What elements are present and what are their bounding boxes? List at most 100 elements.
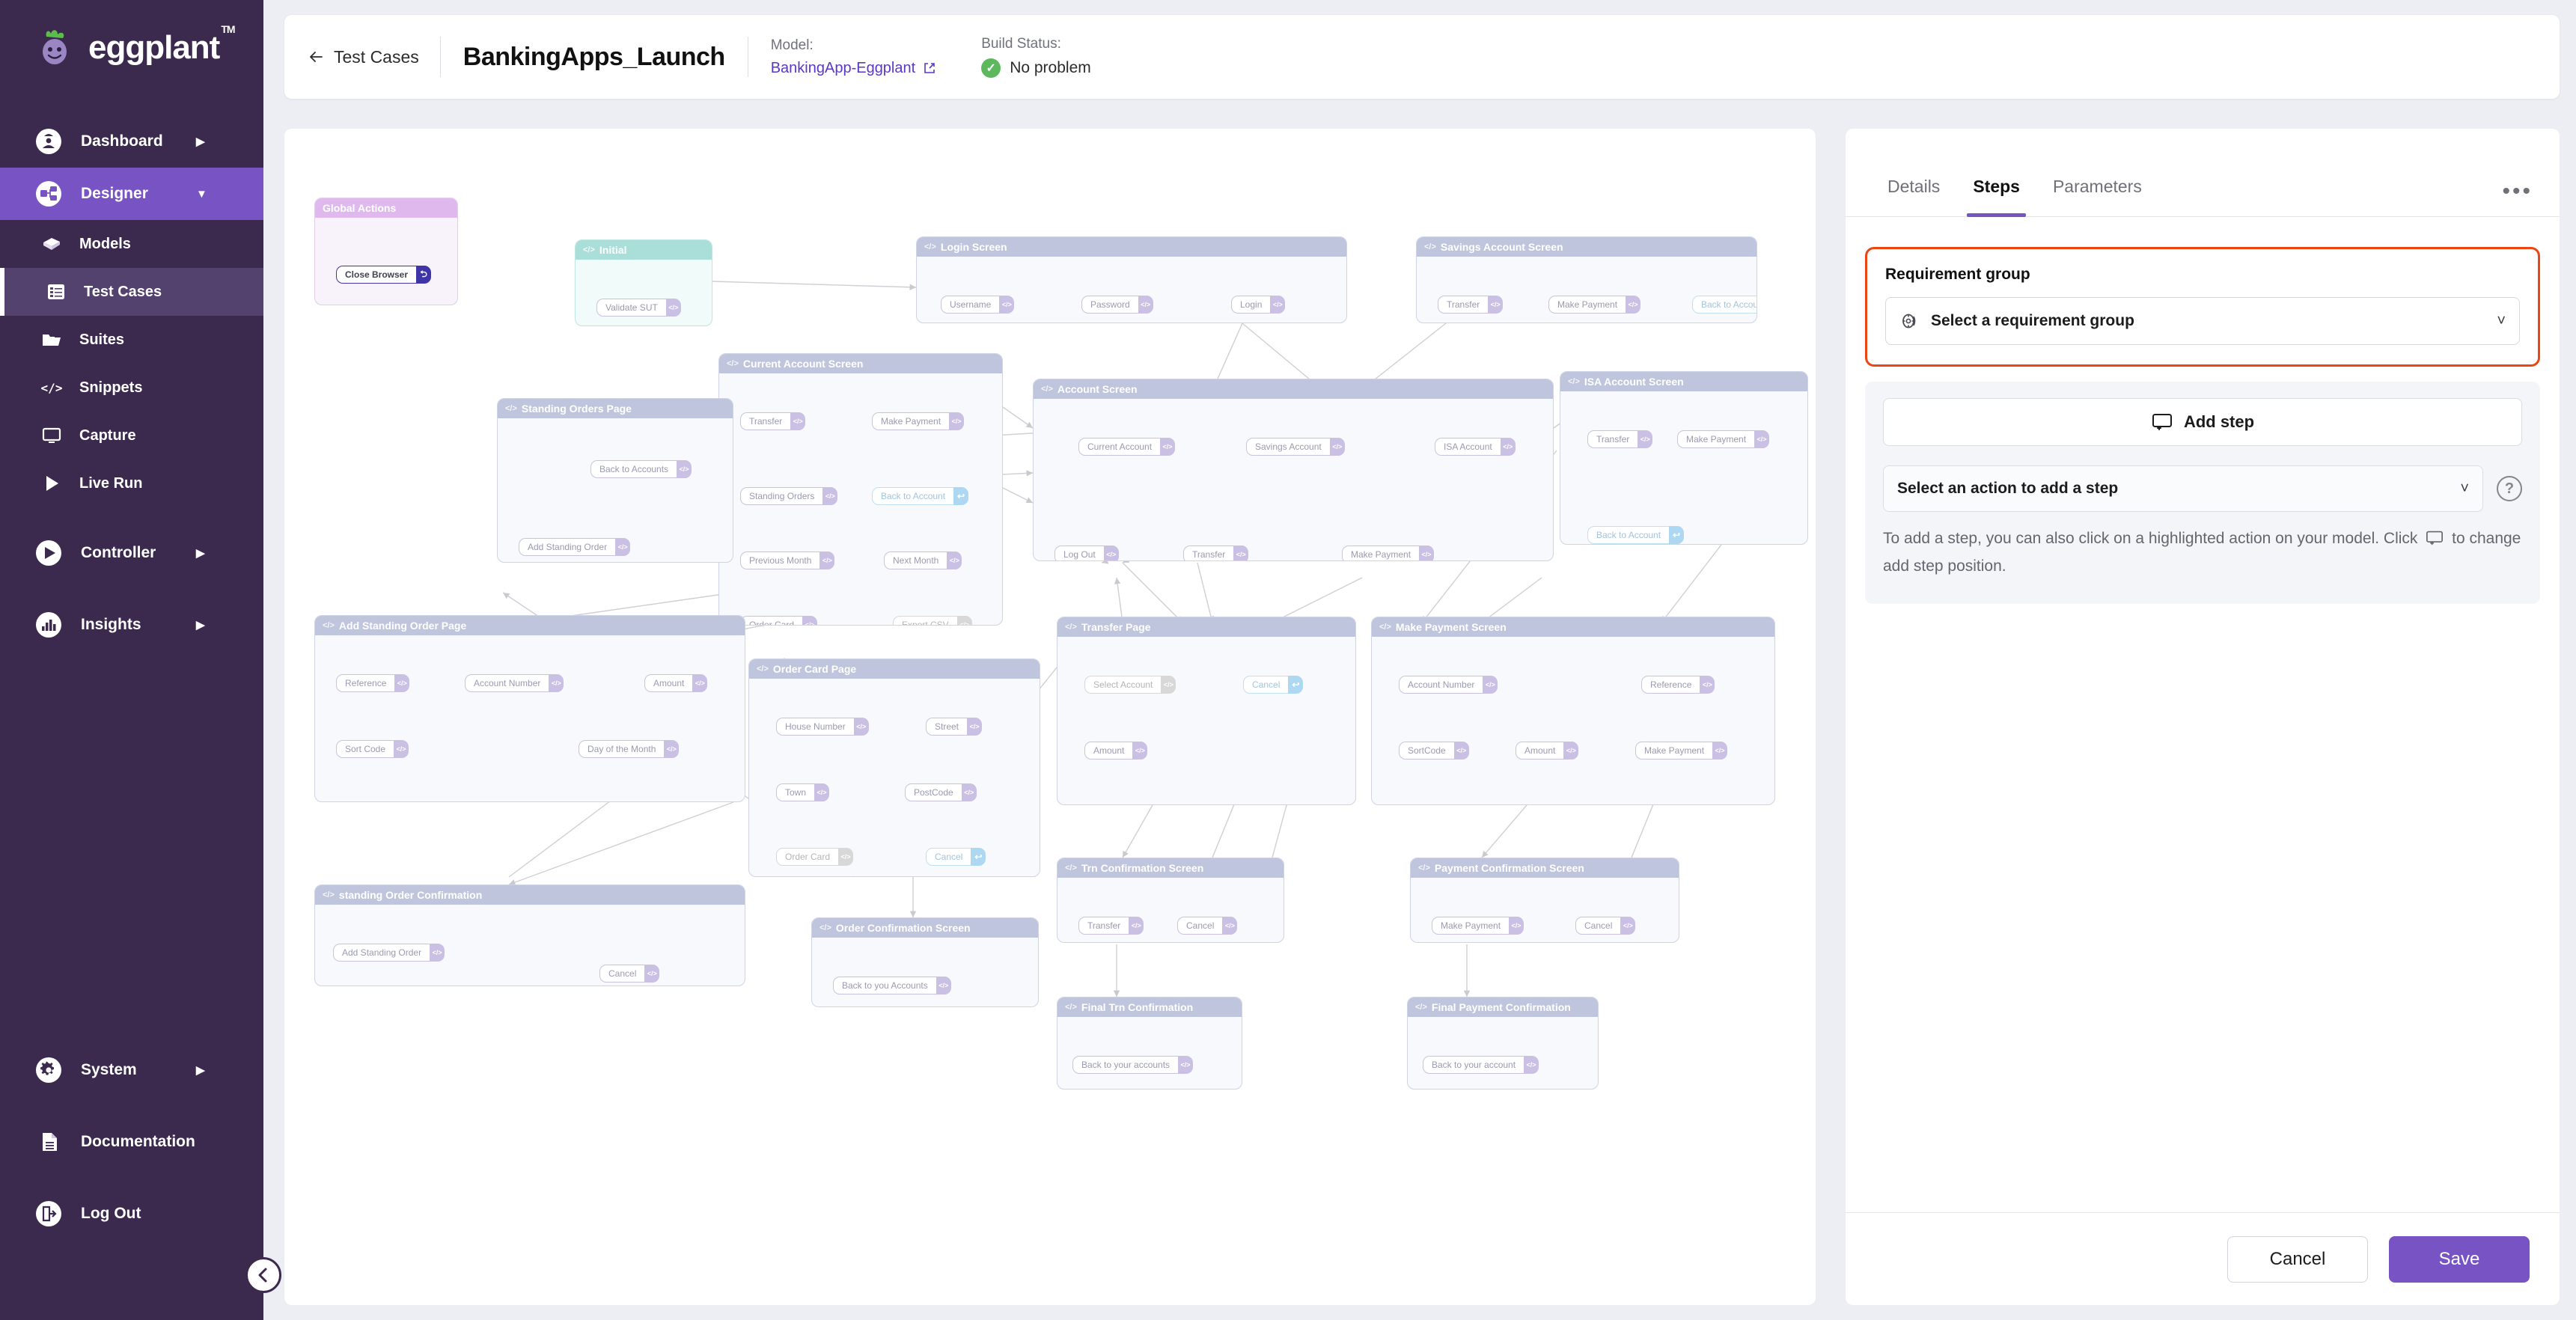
graph-action-node[interactable]: Export CSV </> xyxy=(893,616,972,625)
graph-node-transfer[interactable]: </> Transfer Page Select Account </> Cancel ↩… xyxy=(1057,617,1356,805)
graph-action-node[interactable]: Add Standing Order </> xyxy=(519,538,631,556)
sidebar-item-live-run[interactable]: Live Run xyxy=(0,459,263,507)
graph-action-node[interactable]: ISA Account </> xyxy=(1435,438,1516,456)
graph-action-node[interactable]: Transfer </> xyxy=(1438,296,1504,314)
graph-node-ocp[interactable]: </> Order Card Page House Number </> Street <… xyxy=(748,659,1040,877)
graph-action-node[interactable]: Make Payment </> xyxy=(1635,742,1728,760)
help-icon[interactable]: ? xyxy=(2497,476,2522,501)
graph-action-node[interactable]: Validate SUT </> xyxy=(596,299,681,317)
graph-action-node[interactable]: Order Card </> xyxy=(776,848,854,866)
graph-action-node[interactable]: Reference </> xyxy=(336,674,410,692)
graph-node-savings[interactable]: </> Savings Account Screen Transfer </> Make… xyxy=(1416,236,1757,323)
graph-action-node[interactable]: Back to Accounts </> xyxy=(590,460,692,478)
graph-node-asop[interactable]: </> Add Standing Order Page Reference </> Ac… xyxy=(314,615,745,802)
sidebar-item-test-cases[interactable]: Test Cases xyxy=(0,268,263,316)
graph-node-fpc[interactable]: </> Final Payment Confirmation Back to you… xyxy=(1407,997,1599,1090)
save-button[interactable]: Save xyxy=(2389,1235,2530,1283)
add-step-button[interactable]: Add step xyxy=(1883,398,2522,446)
graph-action-node[interactable]: House Number </> xyxy=(776,718,869,736)
tab-details[interactable]: Details xyxy=(1871,177,1956,216)
graph-action-node[interactable]: Previous Month </> xyxy=(740,551,835,569)
graph-node-ocs[interactable]: </> Order Confirmation Screen Back to you … xyxy=(811,917,1039,1007)
graph-action-node[interactable]: Order Card </> xyxy=(740,616,818,625)
sidebar-item-controller[interactable]: Controller ▶ xyxy=(0,527,263,579)
graph-action-node[interactable]: Log Out </> xyxy=(1054,546,1119,560)
more-options-button[interactable]: ••• xyxy=(2502,180,2533,203)
graph-node-global[interactable]: Global Actions Close Browser ⮌ xyxy=(314,198,458,305)
graph-node-sop[interactable]: </> Standing Orders Page Back to Accounts <… xyxy=(497,398,733,563)
cancel-button[interactable]: Cancel xyxy=(2227,1235,2368,1283)
graph-action-node[interactable]: Day of the Month </> xyxy=(579,740,680,758)
graph-node-isa[interactable]: </> ISA Account Screen Transfer </> Make Pay… xyxy=(1560,371,1808,545)
graph-action-node[interactable]: Select Account </> xyxy=(1084,676,1176,694)
graph-action-node[interactable]: Amount </> xyxy=(644,674,708,692)
graph-action-node[interactable]: Password </> xyxy=(1081,296,1153,314)
model-link[interactable]: BankingApp-Eggplant xyxy=(771,60,936,77)
graph-action-node[interactable]: Add Standing Order </> xyxy=(333,944,445,962)
tab-parameters[interactable]: Parameters xyxy=(2036,177,2158,216)
model-canvas[interactable]: Global Actions Close Browser ⮌ </> Initial Va… xyxy=(284,129,1816,1305)
graph-action-node[interactable]: Account Number </> xyxy=(1399,676,1498,694)
graph-action-node[interactable]: Account Number </> xyxy=(465,674,564,692)
graph-action-node[interactable]: Next Month </> xyxy=(884,551,962,569)
graph-action-node[interactable]: Close Browser ⮌ xyxy=(336,266,432,284)
sidebar-item-capture[interactable]: Capture xyxy=(0,412,263,459)
graph-node-soc[interactable]: </> standing Order Confirmation Add Standi… xyxy=(314,884,745,986)
graph-node-login[interactable]: </> Login Screen Username </> Password </> Log… xyxy=(916,236,1347,323)
sidebar-item-insights[interactable]: Insights ▶ xyxy=(0,599,263,651)
tab-steps[interactable]: Steps xyxy=(1956,177,2036,217)
graph-action-node[interactable]: Cancel </> xyxy=(1177,917,1238,935)
graph-action-node[interactable]: Make Payment </> xyxy=(1342,546,1435,560)
graph-action-node[interactable]: Transfer </> xyxy=(1587,430,1653,448)
graph-action-node[interactable]: Back to your account </> xyxy=(1423,1056,1539,1074)
graph-action-node[interactable]: Street </> xyxy=(926,718,983,736)
graph-action-node[interactable]: Back to your accounts </> xyxy=(1072,1056,1194,1074)
sidebar-item-snippets[interactable]: </> Snippets xyxy=(0,364,263,412)
collapse-sidebar-button[interactable] xyxy=(245,1257,281,1293)
graph-action-node[interactable]: Savings Account </> xyxy=(1246,438,1345,456)
graph-action-node[interactable]: Cancel </> xyxy=(599,965,660,983)
sidebar-item-documentation[interactable]: Documentation xyxy=(0,1116,263,1168)
graph-node-ftc[interactable]: </> Final Trn Confirmation Back to your ac… xyxy=(1057,997,1242,1090)
sidebar-item-suites[interactable]: Suites xyxy=(0,316,263,364)
graph-action-node[interactable]: Make Payment </> xyxy=(872,412,965,430)
graph-action-node[interactable]: Login </> xyxy=(1231,296,1286,314)
graph-action-node[interactable]: Username </> xyxy=(941,296,1015,314)
graph-action-node[interactable]: Transfer </> xyxy=(1183,546,1249,560)
graph-action-node[interactable]: SortCode </> xyxy=(1399,742,1469,760)
graph-action-node[interactable]: Back to you Accounts </> xyxy=(833,977,951,994)
graph-action-node[interactable]: PostCode </> xyxy=(905,783,977,801)
back-to-test-cases-link[interactable]: Test Cases xyxy=(307,47,440,67)
graph-node-account[interactable]: </> Account Screen Current Account </> Savin… xyxy=(1033,379,1554,561)
requirement-group-select[interactable]: Select a requirement group ˅ xyxy=(1885,297,2520,345)
sidebar-item-dashboard[interactable]: Dashboard ▶ xyxy=(0,115,263,168)
graph-node-initial[interactable]: </> Initial Validate SUT </> xyxy=(575,239,712,326)
graph-action-node[interactable]: Transfer </> xyxy=(1078,917,1144,935)
graph-action-node[interactable]: Back to Account↩ xyxy=(872,487,969,505)
graph-action-node[interactable]: Make Payment </> xyxy=(1548,296,1641,314)
sidebar-item-system[interactable]: System ▶ xyxy=(0,1044,263,1096)
graph-action-node[interactable]: Amount </> xyxy=(1084,742,1148,760)
sidebar-item-log-out[interactable]: Log Out xyxy=(0,1188,263,1240)
graph-action-node[interactable]: Back to Account↩ xyxy=(1587,526,1685,544)
sidebar-item-designer[interactable]: Designer ▼ xyxy=(0,168,263,220)
graph-action-node[interactable]: Standing Orders </> xyxy=(740,487,838,505)
graph-action-node[interactable]: Make Payment </> xyxy=(1432,917,1524,935)
graph-action-node[interactable]: Cancel </> xyxy=(1575,917,1636,935)
graph-action-node[interactable]: Sort Code </> xyxy=(336,740,409,758)
graph-action-node[interactable]: Cancel ↩ xyxy=(1243,676,1304,694)
graph-action-node[interactable]: Amount </> xyxy=(1516,742,1579,760)
action-select[interactable]: Select an action to add a step ˅ xyxy=(1883,465,2483,512)
graph-node-tcs[interactable]: </> Trn Confirmation Screen Transfer </> Can… xyxy=(1057,858,1284,943)
graph-action-node[interactable]: Current Account </> xyxy=(1078,438,1176,456)
graph-action-node[interactable]: Back to Account↩ xyxy=(1692,296,1756,314)
graph-node-pcs[interactable]: </> Payment Confirmation Screen Make Payme… xyxy=(1410,858,1679,943)
graph-node-mps[interactable]: </> Make Payment Screen Account Number </> R… xyxy=(1371,617,1775,805)
graph-action-node[interactable]: Reference </> xyxy=(1641,676,1715,694)
graph-action-node[interactable]: Make Payment </> xyxy=(1677,430,1770,448)
sidebar-item-models[interactable]: Models xyxy=(0,220,263,268)
graph-action-node[interactable]: Cancel ↩ xyxy=(926,848,986,866)
graph-action-node[interactable]: Transfer </> xyxy=(740,412,806,430)
graph-node-current[interactable]: </> Current Account Screen Transfer </> Make… xyxy=(718,353,1003,626)
graph-action-node[interactable]: Town </> xyxy=(776,783,830,801)
